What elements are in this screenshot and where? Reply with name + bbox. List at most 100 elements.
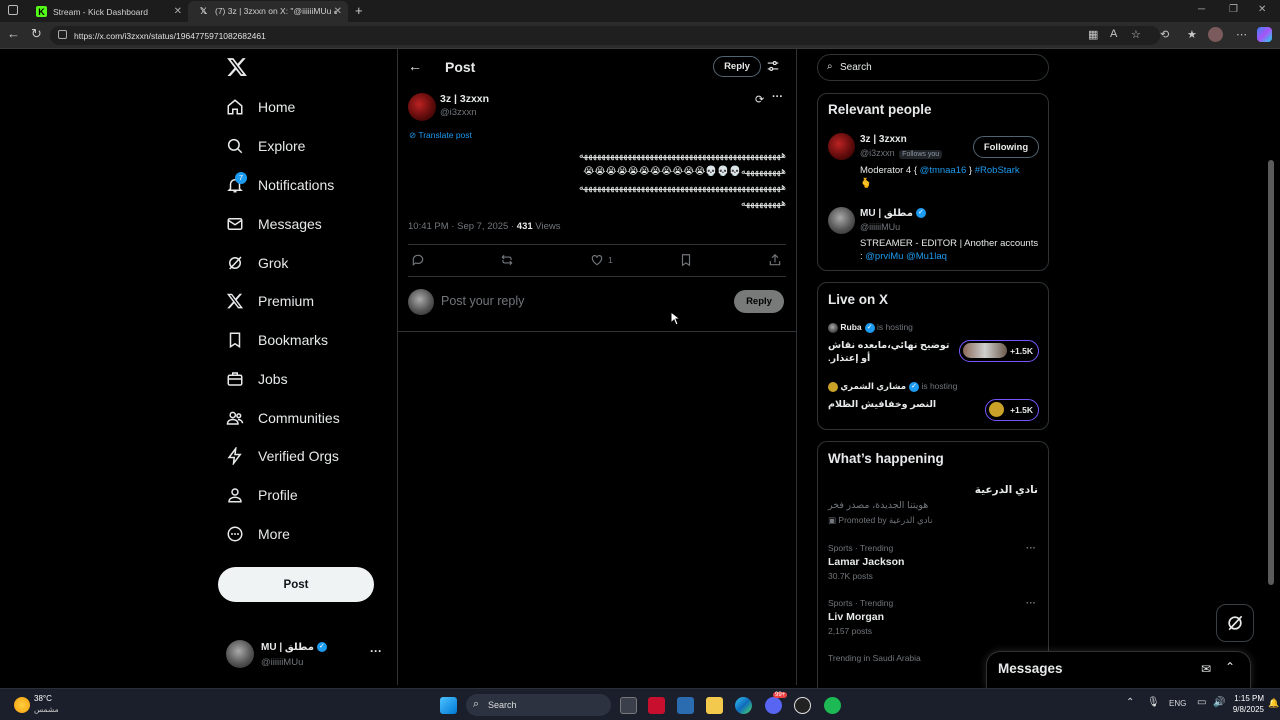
notification-bell-icon[interactable]: 🔔 <box>1268 698 1279 709</box>
nav-home[interactable]: Home <box>226 92 295 122</box>
bookmark-icon[interactable] <box>679 253 693 272</box>
minimize-icon[interactable]: ─ <box>1198 4 1205 15</box>
volume-icon[interactable]: 🔊 <box>1213 697 1225 708</box>
copilot-icon[interactable] <box>1257 27 1272 42</box>
tab-x[interactable]: 𝕏 (7) 3z | 3zxxn on X: "@iiiiiiMUu ه... … <box>188 1 348 22</box>
extensions-icon[interactable]: ⟲ <box>1160 28 1169 41</box>
nav-notifications[interactable]: 7 Notifications <box>226 170 334 200</box>
nav-grok[interactable]: Grok <box>226 248 288 278</box>
grok-icon[interactable]: ⟳ <box>755 93 764 106</box>
trend-name[interactable]: Liv Morgan <box>828 611 884 623</box>
live-listeners-badge[interactable]: +1.5K <box>985 399 1039 421</box>
more-dots-icon[interactable]: ··· <box>370 644 382 658</box>
live-host[interactable]: مشاري الشمري ✓ is hosting <box>828 381 957 392</box>
promo-label: ▣ Promoted by نادي الدرعية <box>828 515 933 525</box>
search-input[interactable]: ⌕ Search <box>817 54 1049 81</box>
clock-time[interactable]: 1:15 PM <box>1234 694 1264 703</box>
messages-drawer[interactable]: Messages ✉ ⌃ <box>986 651 1251 688</box>
following-button[interactable]: Following <box>973 136 1039 158</box>
trend-name[interactable]: Lamar Jackson <box>828 556 904 568</box>
reply-header-button[interactable]: Reply <box>713 56 761 77</box>
obs-icon[interactable] <box>794 697 811 714</box>
favorite-star-icon[interactable]: ☆ <box>1131 28 1141 41</box>
account-switcher[interactable]: MU | مطلق ✓ @iiiiiiMUu ··· <box>218 636 393 674</box>
grok-float-button[interactable] <box>1216 604 1254 642</box>
live-title[interactable]: النصر وخفافيش الظلام <box>828 399 953 410</box>
more-dots-icon[interactable]: ··· <box>1026 543 1036 554</box>
promo-title[interactable]: نادي الدرعية <box>975 484 1038 496</box>
nav-messages[interactable]: Messages <box>226 209 322 239</box>
taskbar-search[interactable]: ⌕ Search <box>466 694 611 716</box>
mention-link[interactable]: @prviMu <box>865 251 903 262</box>
mention-link[interactable]: @tmnaa16 <box>920 165 967 176</box>
nav-explore[interactable]: Explore <box>226 131 305 161</box>
discord-icon[interactable]: 99+ <box>765 692 788 714</box>
live-listeners-badge[interactable]: +1.5K <box>959 340 1039 362</box>
more-dots-icon[interactable]: ··· <box>1026 598 1036 609</box>
avatar[interactable] <box>828 133 855 160</box>
reply-input[interactable]: Post your reply <box>441 294 524 308</box>
nav-profile[interactable]: Profile <box>226 480 298 510</box>
back-icon[interactable]: ← <box>7 26 20 41</box>
settings-more-icon[interactable]: ⋯ <box>1236 28 1247 41</box>
avatar[interactable] <box>828 207 855 234</box>
nav-verified-orgs[interactable]: Verified Orgs <box>226 441 339 471</box>
post-button[interactable]: Post <box>218 567 374 602</box>
network-icon[interactable]: ▭ <box>1197 697 1206 708</box>
live-host[interactable]: Ruba ✓ is hosting <box>828 322 913 333</box>
refresh-icon[interactable]: ↻ <box>31 26 42 42</box>
tab-kick[interactable]: K Stream - Kick Dashboard ✕ <box>26 1 188 22</box>
nav-jobs[interactable]: Jobs <box>226 364 288 394</box>
author-avatar[interactable] <box>408 93 436 121</box>
close-window-icon[interactable]: ✕ <box>1258 4 1266 15</box>
like-button[interactable]: 1 <box>590 253 613 267</box>
maximize-icon[interactable]: ❐ <box>1229 4 1238 15</box>
back-arrow-icon[interactable]: ← <box>408 58 422 74</box>
x-logo-icon[interactable] <box>226 56 248 78</box>
share-icon[interactable] <box>768 253 782 272</box>
clock-date[interactable]: 9/8/2025 <box>1228 705 1264 714</box>
chevron-up-icon[interactable]: ⌃ <box>1126 697 1134 708</box>
favorites-icon[interactable]: ★ <box>1187 28 1197 41</box>
profile-avatar[interactable] <box>1208 27 1223 42</box>
sliders-icon[interactable] <box>766 59 780 73</box>
close-icon[interactable]: ✕ <box>174 6 182 17</box>
scrollbar[interactable] <box>1268 160 1274 585</box>
split-screen-icon[interactable]: ▦ <box>1088 28 1098 41</box>
person-name[interactable]: 3z | 3zxxn <box>860 134 907 145</box>
translate-link[interactable]: ⊘ Translate post <box>409 130 472 141</box>
close-icon[interactable]: ✕ <box>334 6 342 17</box>
new-message-icon[interactable]: ✉ <box>1201 662 1211 676</box>
hashtag-link[interactable]: #RobStark <box>975 165 1020 176</box>
url-field[interactable]: https://x.com/i3zxxn/status/196477597108… <box>50 26 1160 45</box>
language-indicator[interactable]: ENG <box>1169 699 1186 708</box>
file-explorer-icon[interactable] <box>706 697 723 714</box>
nav-more[interactable]: More <box>226 519 290 549</box>
read-aloud-icon[interactable]: A <box>1110 28 1117 40</box>
spotify-icon[interactable] <box>824 697 841 714</box>
start-icon[interactable] <box>440 697 457 714</box>
mention-link[interactable]: @Mu1laq <box>906 251 947 262</box>
chevron-up-icon[interactable]: ⌃ <box>1225 660 1235 674</box>
nav-bookmarks[interactable]: Bookmarks <box>226 325 328 355</box>
reply-submit-button[interactable]: Reply <box>734 290 784 313</box>
person-name[interactable]: MU | مطلق ✓ <box>860 208 926 219</box>
reply-icon[interactable] <box>411 253 425 272</box>
weather-sun-icon[interactable] <box>14 697 30 713</box>
repost-icon[interactable] <box>500 253 514 272</box>
nav-premium[interactable]: Premium <box>226 286 314 316</box>
author-handle[interactable]: @i3zxxn <box>440 107 477 118</box>
amd-icon[interactable] <box>648 697 665 714</box>
microphone-icon[interactable]: 🎙 <box>1147 697 1160 708</box>
weather-temp[interactable]: 38°C <box>34 694 52 703</box>
author-name[interactable]: 3z | 3zxxn <box>440 93 489 105</box>
nav-communities[interactable]: Communities <box>226 403 340 433</box>
task-view-icon[interactable] <box>620 697 637 714</box>
edge-icon[interactable] <box>735 697 752 714</box>
new-tab-icon[interactable]: + <box>355 3 363 18</box>
live-title[interactable]: توضيح نهائي،مابعده نقاش أو إعتذار. <box>828 339 953 365</box>
site-info-icon[interactable] <box>58 30 67 39</box>
more-dots-icon[interactable]: ··· <box>772 91 783 103</box>
tab-actions-icon[interactable] <box>8 5 18 15</box>
store-icon[interactable] <box>677 697 694 714</box>
